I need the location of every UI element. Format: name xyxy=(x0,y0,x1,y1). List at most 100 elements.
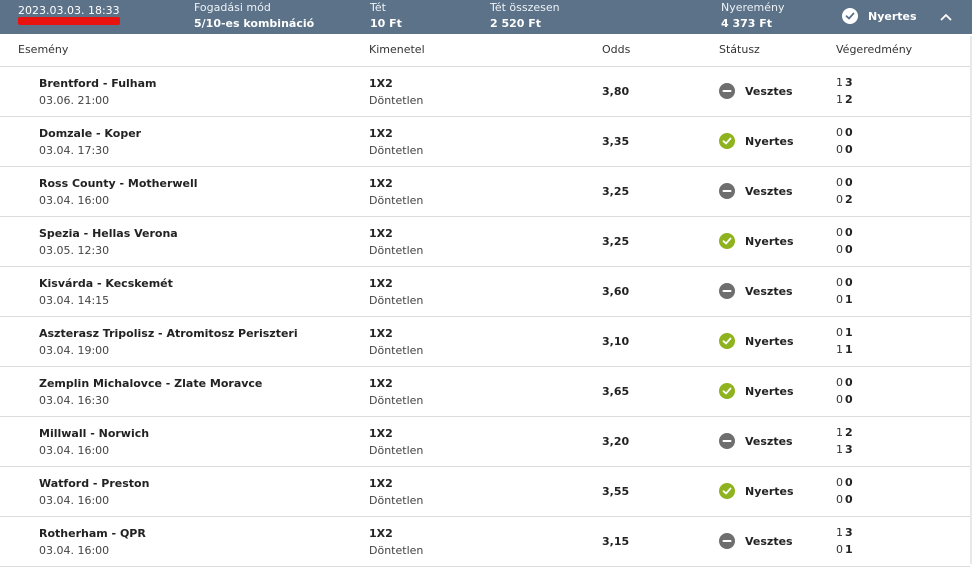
column-odds: Odds xyxy=(602,43,631,56)
outcome-name: Döntetlen xyxy=(369,544,424,557)
score-line-2: 00 xyxy=(836,493,853,506)
event-status: Vesztes xyxy=(719,433,793,449)
event-name: Watford - Preston xyxy=(39,477,150,490)
stake-label: Tét xyxy=(370,1,386,14)
table-row[interactable]: Rotherham - QPR 03.04. 16:00 1X2 Döntetl… xyxy=(0,517,970,567)
table-row[interactable]: Kisvárda - Kecskemét 03.04. 14:15 1X2 Dö… xyxy=(0,267,970,317)
score-line-2: 11 xyxy=(836,343,853,356)
event-status-label: Nyertes xyxy=(745,484,794,498)
winnings-label: Nyeremény xyxy=(721,1,785,14)
bet-mode-value: 5/10-es kombináció xyxy=(194,17,315,30)
event-status-label: Vesztes xyxy=(745,434,793,448)
winnings-value: 4 373 Ft xyxy=(721,17,773,30)
score-line-1: 12 xyxy=(836,426,853,439)
event-date: 03.05. 12:30 xyxy=(39,244,110,257)
event-date: 03.04. 17:30 xyxy=(39,144,110,157)
event-status: Nyertes xyxy=(719,133,794,149)
minus-circle-icon xyxy=(719,283,735,299)
event-name: Kisvárda - Kecskemét xyxy=(39,277,173,290)
market-name: 1X2 xyxy=(369,527,393,540)
outcome-name: Döntetlen xyxy=(369,294,424,307)
market-name: 1X2 xyxy=(369,227,393,240)
market-name: 1X2 xyxy=(369,327,393,340)
bet-status-label: Nyertes xyxy=(868,9,917,23)
market-name: 1X2 xyxy=(369,127,393,140)
event-date: 03.04. 16:30 xyxy=(39,394,110,407)
score-line-2: 00 xyxy=(836,393,853,406)
event-status: Nyertes xyxy=(719,233,794,249)
odds-value: 3,80 xyxy=(602,85,630,98)
event-name: Rotherham - QPR xyxy=(39,527,146,540)
score-line-2: 13 xyxy=(836,443,853,456)
table-header: Esemény Kimenetel Odds Státusz Végeredmé… xyxy=(0,36,970,67)
table-row[interactable]: Zemplin Michalovce - Zlate Moravce 03.04… xyxy=(0,367,970,417)
event-status-label: Nyertes xyxy=(745,384,794,398)
check-circle-icon xyxy=(719,383,735,399)
score-line-2: 12 xyxy=(836,93,853,106)
event-status: Vesztes xyxy=(719,183,793,199)
score-line-1: 00 xyxy=(836,126,853,139)
market-name: 1X2 xyxy=(369,477,393,490)
score-line-2: 01 xyxy=(836,543,853,556)
column-result: Végeredmény xyxy=(836,43,913,56)
score-line-1: 00 xyxy=(836,176,853,189)
minus-circle-icon xyxy=(719,183,735,199)
event-name: Domzale - Koper xyxy=(39,127,142,140)
event-status-label: Vesztes xyxy=(745,184,793,198)
bet-date: 2023.03.03. 18:33 xyxy=(18,4,120,17)
outcome-name: Döntetlen xyxy=(369,394,424,407)
event-status: Vesztes xyxy=(719,83,793,99)
check-circle-icon xyxy=(719,333,735,349)
event-status: Vesztes xyxy=(719,283,793,299)
event-date: 03.04. 16:00 xyxy=(39,194,110,207)
column-status: Státusz xyxy=(719,43,760,56)
outcome-name: Döntetlen xyxy=(369,144,424,157)
minus-circle-icon xyxy=(719,433,735,449)
outcome-name: Döntetlen xyxy=(369,444,424,457)
event-date: 03.04. 16:00 xyxy=(39,544,110,557)
event-date: 03.04. 16:00 xyxy=(39,494,110,507)
event-name: Spezia - Hellas Verona xyxy=(39,227,178,240)
table-row[interactable]: Aszterasz Tripolisz - Atromitosz Periszt… xyxy=(0,317,970,367)
market-name: 1X2 xyxy=(369,177,393,190)
table-row[interactable]: Spezia - Hellas Verona 03.05. 12:30 1X2 … xyxy=(0,217,970,267)
event-status: Nyertes xyxy=(719,333,794,349)
table-row[interactable]: Ross County - Motherwell 03.04. 16:00 1X… xyxy=(0,167,970,217)
check-icon xyxy=(842,8,858,24)
bet-summary-header[interactable]: 2023.03.03. 18:33 Fogadási mód 5/10-es k… xyxy=(0,0,972,34)
market-name: 1X2 xyxy=(369,77,393,90)
table-row[interactable]: Brentford - Fulham 03.06. 21:00 1X2 Dönt… xyxy=(0,67,970,117)
stake-value: 10 Ft xyxy=(370,17,402,30)
bet-status: Nyertes xyxy=(842,8,917,24)
score-line-2: 00 xyxy=(836,243,853,256)
score-line-1: 00 xyxy=(836,476,853,489)
odds-value: 3,35 xyxy=(602,135,630,148)
market-name: 1X2 xyxy=(369,377,393,390)
odds-value: 3,25 xyxy=(602,185,630,198)
odds-value: 3,20 xyxy=(602,435,630,448)
score-line-1: 00 xyxy=(836,376,853,389)
table-row[interactable]: Watford - Preston 03.04. 16:00 1X2 Dönte… xyxy=(0,467,970,517)
event-name: Zemplin Michalovce - Zlate Moravce xyxy=(39,377,263,390)
total-stake-label: Tét összesen xyxy=(490,1,560,14)
chevron-up-icon[interactable] xyxy=(938,9,954,25)
table-row[interactable]: Millwall - Norwich 03.04. 16:00 1X2 Dönt… xyxy=(0,417,970,467)
check-circle-icon xyxy=(719,233,735,249)
event-name: Ross County - Motherwell xyxy=(39,177,198,190)
table-row[interactable]: Domzale - Koper 03.04. 17:30 1X2 Döntetl… xyxy=(0,117,970,167)
event-status-label: Vesztes xyxy=(745,534,793,548)
event-status: Nyertes xyxy=(719,383,794,399)
event-name: Millwall - Norwich xyxy=(39,427,150,440)
score-line-1: 13 xyxy=(836,526,853,539)
outcome-name: Döntetlen xyxy=(369,244,424,257)
outcome-name: Döntetlen xyxy=(369,194,424,207)
minus-circle-icon xyxy=(719,533,735,549)
score-line-1: 00 xyxy=(836,226,853,239)
event-status-label: Vesztes xyxy=(745,284,793,298)
market-name: 1X2 xyxy=(369,427,393,440)
check-circle-icon xyxy=(719,483,735,499)
score-line-2: 01 xyxy=(836,293,853,306)
odds-value: 3,10 xyxy=(602,335,630,348)
odds-value: 3,55 xyxy=(602,485,630,498)
event-status-label: Nyertes xyxy=(745,134,794,148)
